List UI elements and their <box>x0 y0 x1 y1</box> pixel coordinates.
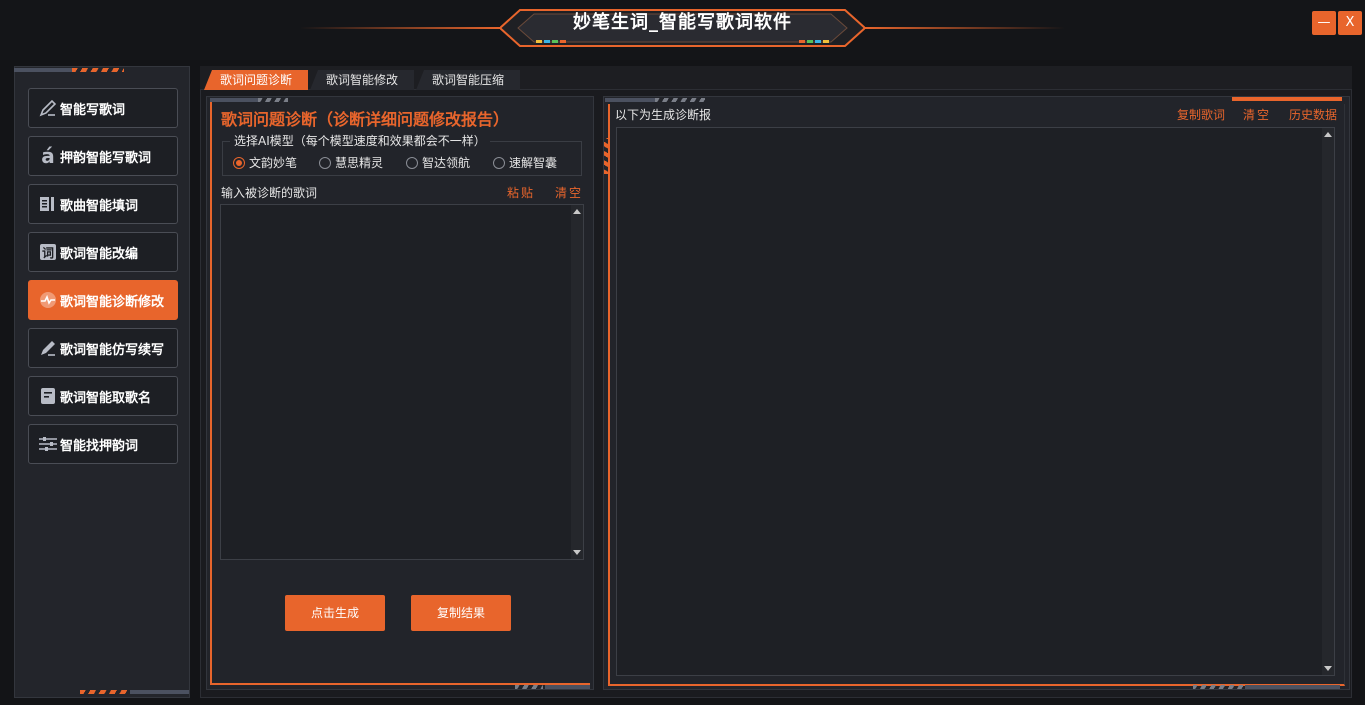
report-deco-side <box>604 138 608 174</box>
report-scrollbar[interactable] <box>1322 128 1334 675</box>
scroll-up-icon[interactable] <box>1324 132 1332 137</box>
panel-deco-stripes-bottom <box>515 685 543 689</box>
sidebar-item-lyrics-imitate[interactable]: 歌词智能仿写续写 <box>28 328 178 368</box>
sidebar-deco-top <box>14 68 74 72</box>
title-deco-line-left <box>300 27 500 29</box>
radio-label: 文韵妙笔 <box>249 156 298 170</box>
radio-label: 慧思精灵 <box>335 156 384 170</box>
report-deco-stripes-bottom <box>1193 685 1243 689</box>
sidebar-item-lyrics-adapt[interactable]: 词 歌词智能改编 <box>28 232 178 272</box>
pen-icon <box>38 338 58 358</box>
radio-label: 智达领航 <box>422 156 471 170</box>
scroll-down-icon[interactable] <box>1324 666 1332 671</box>
sidebar-item-label: 歌曲智能填词 <box>60 198 139 214</box>
tab-lyrics-diagnose[interactable]: 歌词问题诊断 <box>204 70 308 90</box>
sliders-icon <box>38 434 58 454</box>
list-icon <box>38 194 58 214</box>
model-radio-huisi[interactable]: 慧思精灵 <box>319 154 383 171</box>
model-radio-sujie[interactable]: 速解智囊 <box>493 154 557 171</box>
tab-lyrics-modify[interactable]: 歌词智能修改 <box>310 70 414 90</box>
panel-deco-stripes <box>258 98 288 102</box>
scroll-down-icon[interactable] <box>573 550 581 555</box>
sidebar-deco-bottom <box>130 690 189 694</box>
pulse-icon <box>38 290 58 310</box>
model-radio-wenyun[interactable]: 文韵妙笔 <box>233 154 297 171</box>
report-deco-top-right <box>1232 97 1342 101</box>
sidebar-item-label: 歌词智能仿写续写 <box>60 342 165 358</box>
sidebar-item-label: 歌词智能改编 <box>60 246 139 262</box>
sidebar-item-rhyme-words[interactable]: 智能找押韵词 <box>28 424 178 464</box>
report-deco-bottom <box>1245 685 1340 689</box>
document-icon <box>38 386 58 406</box>
svg-text:词: 词 <box>42 246 54 260</box>
radio-dot <box>233 156 245 169</box>
title-deco-line-right <box>865 27 1065 29</box>
lyrics-input[interactable] <box>220 204 584 560</box>
report-output[interactable] <box>616 127 1335 676</box>
input-label: 输入被诊断的歌词 <box>221 186 318 200</box>
radio-dot <box>319 156 331 169</box>
copy-lyrics-button[interactable]: 复制歌词 <box>1177 106 1225 123</box>
sidebar-deco-stripes-bottom <box>80 690 132 694</box>
sidebar-item-label: 押韵智能写歌词 <box>60 150 152 166</box>
report-label: 以下为生成诊断报 <box>615 108 712 122</box>
scroll-up-icon[interactable] <box>573 209 581 214</box>
panel-deco-top <box>210 98 260 102</box>
report-deco-stripes <box>655 98 705 102</box>
window-title: 妙笔生词_智能写歌词软件 <box>573 12 792 33</box>
sidebar-item-label: 歌词智能取歌名 <box>60 390 152 406</box>
clear-input-button[interactable]: 清空 <box>555 184 583 201</box>
panel-deco-bottom <box>545 685 590 689</box>
tab-lyrics-compress[interactable]: 歌词智能压缩 <box>416 70 520 90</box>
radio-dot <box>493 156 505 169</box>
sidebar-deco-stripes-top <box>72 68 124 72</box>
panel-title: 歌词问题诊断（诊断详细问题修改报告） <box>221 110 510 129</box>
paste-button[interactable]: 粘贴 <box>507 184 535 201</box>
title-bar: 妙笔生词_智能写歌词软件 — X <box>0 0 1365 60</box>
sidebar-item-write-lyrics[interactable]: 智能写歌词 <box>28 88 178 128</box>
sidebar-item-song-fill[interactable]: 歌曲智能填词 <box>28 184 178 224</box>
radio-dot <box>406 156 418 169</box>
sidebar-item-song-title[interactable]: 歌词智能取歌名 <box>28 376 178 416</box>
clear-report-button[interactable]: 清空 <box>1243 106 1271 123</box>
close-button[interactable]: X <box>1338 11 1362 35</box>
pen-icon <box>38 98 58 118</box>
history-button[interactable]: 历史数据 <box>1289 106 1337 123</box>
input-scrollbar[interactable] <box>571 205 583 559</box>
copy-result-button[interactable]: 复制结果 <box>411 595 511 631</box>
model-group-label: 选择AI模型（每个模型速度和效果都会不一样） <box>230 132 490 149</box>
word-box-icon: 词 <box>38 242 58 262</box>
generate-button[interactable]: 点击生成 <box>285 595 385 631</box>
sidebar-item-rhyme-lyrics[interactable]: á 押韵智能写歌词 <box>28 136 178 176</box>
sidebar-item-lyrics-diagnose[interactable]: 歌词智能诊断修改 <box>28 280 178 320</box>
minimize-button[interactable]: — <box>1312 11 1336 35</box>
radio-label: 速解智囊 <box>509 156 558 170</box>
model-radio-zhida[interactable]: 智达领航 <box>406 154 470 171</box>
sidebar-item-label: 歌词智能诊断修改 <box>60 294 165 310</box>
report-deco-top <box>605 98 655 102</box>
sidebar-item-label: 智能写歌词 <box>60 102 126 118</box>
accent-a-icon: á <box>41 144 55 168</box>
sidebar-item-label: 智能找押韵词 <box>60 438 139 454</box>
